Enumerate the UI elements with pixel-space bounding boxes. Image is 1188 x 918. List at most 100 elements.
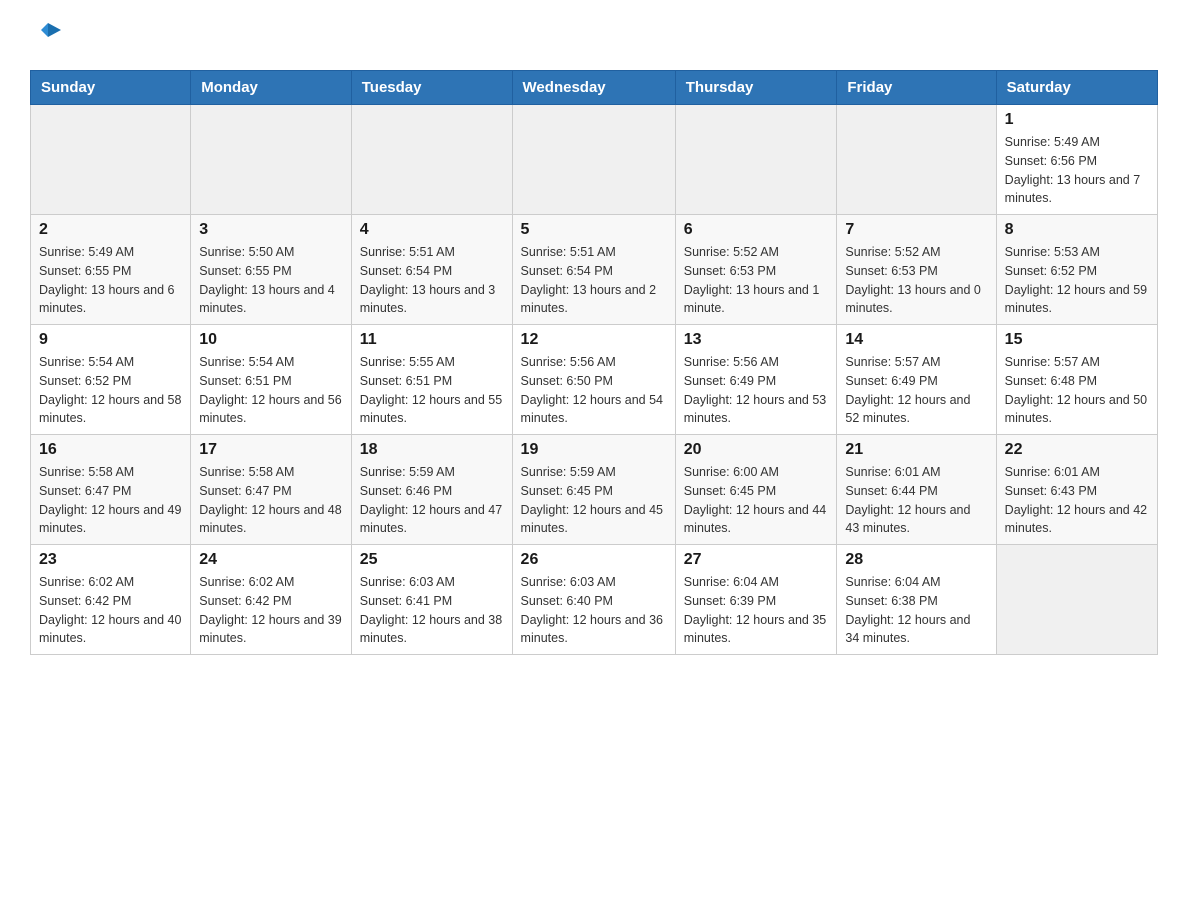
day-info: Sunrise: 6:02 AM Sunset: 6:42 PM Dayligh… <box>199 573 343 648</box>
day-number: 25 <box>360 551 504 569</box>
col-sunday: Sunday <box>31 71 191 105</box>
day-number: 6 <box>684 221 829 239</box>
day-info: Sunrise: 5:49 AM Sunset: 6:55 PM Dayligh… <box>39 243 182 318</box>
day-info: Sunrise: 6:04 AM Sunset: 6:38 PM Dayligh… <box>845 573 987 648</box>
day-number: 4 <box>360 221 504 239</box>
calendar-cell: 12 Sunrise: 5:56 AM Sunset: 6:50 PM Dayli… <box>512 325 675 435</box>
calendar-week-row: 16Sunrise: 5:58 AM Sunset: 6:47 PM Dayli… <box>31 435 1158 545</box>
calendar-cell: 5 Sunrise: 5:51 AM Sunset: 6:54 PM Daylig… <box>512 215 675 325</box>
logo <box>30 20 63 50</box>
day-info: Sunrise: 5:52 AM Sunset: 6:53 PM Dayligh… <box>845 243 987 318</box>
day-info: Sunrise: 6:01 AM Sunset: 6:43 PM Dayligh… <box>1005 463 1149 538</box>
calendar-cell <box>31 105 191 215</box>
calendar-cell: 23Sunrise: 6:02 AM Sunset: 6:42 PM Dayli… <box>31 545 191 655</box>
col-thursday: Thursday <box>675 71 837 105</box>
day-info: Sunrise: 5:56 AM Sunset: 6:50 PM Dayligh… <box>521 353 667 428</box>
calendar-cell: 21 Sunrise: 6:01 AM Sunset: 6:44 PM Dayli… <box>837 435 996 545</box>
day-number: 21 <box>845 441 987 459</box>
col-wednesday: Wednesday <box>512 71 675 105</box>
day-info: Sunrise: 6:04 AM Sunset: 6:39 PM Dayligh… <box>684 573 829 648</box>
calendar-cell: 6 Sunrise: 5:52 AM Sunset: 6:53 PM Daylig… <box>675 215 837 325</box>
calendar-cell: 27 Sunrise: 6:04 AM Sunset: 6:39 PM Dayli… <box>675 545 837 655</box>
day-number: 5 <box>521 221 667 239</box>
calendar-cell: 17Sunrise: 5:58 AM Sunset: 6:47 PM Dayli… <box>191 435 352 545</box>
day-info: Sunrise: 5:59 AM Sunset: 6:46 PM Dayligh… <box>360 463 504 538</box>
calendar-cell: 28 Sunrise: 6:04 AM Sunset: 6:38 PM Dayli… <box>837 545 996 655</box>
calendar-cell: 14 Sunrise: 5:57 AM Sunset: 6:49 PM Dayli… <box>837 325 996 435</box>
col-tuesday: Tuesday <box>351 71 512 105</box>
day-info: Sunrise: 5:54 AM Sunset: 6:51 PM Dayligh… <box>199 353 343 428</box>
day-info: Sunrise: 5:52 AM Sunset: 6:53 PM Dayligh… <box>684 243 829 318</box>
calendar-cell: 22 Sunrise: 6:01 AM Sunset: 6:43 PM Dayli… <box>996 435 1157 545</box>
day-number: 1 <box>1005 111 1149 129</box>
calendar-cell: 19 Sunrise: 5:59 AM Sunset: 6:45 PM Dayli… <box>512 435 675 545</box>
day-number: 13 <box>684 331 829 349</box>
calendar-cell: 24Sunrise: 6:02 AM Sunset: 6:42 PM Dayli… <box>191 545 352 655</box>
logo-flag-icon <box>33 20 63 50</box>
calendar-cell: 13 Sunrise: 5:56 AM Sunset: 6:49 PM Dayli… <box>675 325 837 435</box>
col-friday: Friday <box>837 71 996 105</box>
day-number: 16 <box>39 441 182 459</box>
calendar-cell: 18 Sunrise: 5:59 AM Sunset: 6:46 PM Dayli… <box>351 435 512 545</box>
day-number: 14 <box>845 331 987 349</box>
day-info: Sunrise: 6:01 AM Sunset: 6:44 PM Dayligh… <box>845 463 987 538</box>
day-number: 9 <box>39 331 182 349</box>
day-number: 10 <box>199 331 343 349</box>
calendar-week-row: 23Sunrise: 6:02 AM Sunset: 6:42 PM Dayli… <box>31 545 1158 655</box>
col-saturday: Saturday <box>996 71 1157 105</box>
day-info: Sunrise: 5:51 AM Sunset: 6:54 PM Dayligh… <box>521 243 667 318</box>
calendar-week-row: 2 Sunrise: 5:49 AM Sunset: 6:55 PM Daylig… <box>31 215 1158 325</box>
calendar-cell <box>191 105 352 215</box>
day-number: 2 <box>39 221 182 239</box>
calendar-cell: 1 Sunrise: 5:49 AM Sunset: 6:56 PM Daylig… <box>996 105 1157 215</box>
day-info: Sunrise: 6:03 AM Sunset: 6:41 PM Dayligh… <box>360 573 504 648</box>
calendar-cell: 4 Sunrise: 5:51 AM Sunset: 6:54 PM Daylig… <box>351 215 512 325</box>
calendar-cell: 25 Sunrise: 6:03 AM Sunset: 6:41 PM Dayli… <box>351 545 512 655</box>
calendar-cell: 3 Sunrise: 5:50 AM Sunset: 6:55 PM Daylig… <box>191 215 352 325</box>
calendar-cell: 20Sunrise: 6:00 AM Sunset: 6:45 PM Dayli… <box>675 435 837 545</box>
day-info: Sunrise: 6:03 AM Sunset: 6:40 PM Dayligh… <box>521 573 667 648</box>
calendar-cell: 26 Sunrise: 6:03 AM Sunset: 6:40 PM Dayli… <box>512 545 675 655</box>
day-info: Sunrise: 5:49 AM Sunset: 6:56 PM Dayligh… <box>1005 133 1149 208</box>
day-info: Sunrise: 5:57 AM Sunset: 6:49 PM Dayligh… <box>845 353 987 428</box>
day-info: Sunrise: 5:53 AM Sunset: 6:52 PM Dayligh… <box>1005 243 1149 318</box>
day-number: 22 <box>1005 441 1149 459</box>
day-info: Sunrise: 5:50 AM Sunset: 6:55 PM Dayligh… <box>199 243 343 318</box>
col-monday: Monday <box>191 71 352 105</box>
calendar-cell: 16Sunrise: 5:58 AM Sunset: 6:47 PM Dayli… <box>31 435 191 545</box>
day-info: Sunrise: 5:54 AM Sunset: 6:52 PM Dayligh… <box>39 353 182 428</box>
calendar-cell: 10 Sunrise: 5:54 AM Sunset: 6:51 PM Dayli… <box>191 325 352 435</box>
day-number: 11 <box>360 331 504 349</box>
calendar-cell: 11 Sunrise: 5:55 AM Sunset: 6:51 PM Dayli… <box>351 325 512 435</box>
day-info: Sunrise: 5:51 AM Sunset: 6:54 PM Dayligh… <box>360 243 504 318</box>
calendar-cell: 15 Sunrise: 5:57 AM Sunset: 6:48 PM Dayli… <box>996 325 1157 435</box>
day-number: 20 <box>684 441 829 459</box>
day-number: 3 <box>199 221 343 239</box>
calendar-table: Sunday Monday Tuesday Wednesday Thursday… <box>30 70 1158 655</box>
day-number: 27 <box>684 551 829 569</box>
calendar-cell: 7Sunrise: 5:52 AM Sunset: 6:53 PM Daylig… <box>837 215 996 325</box>
calendar-week-row: 9 Sunrise: 5:54 AM Sunset: 6:52 PM Daylig… <box>31 325 1158 435</box>
day-number: 19 <box>521 441 667 459</box>
day-number: 18 <box>360 441 504 459</box>
calendar-cell <box>512 105 675 215</box>
calendar-cell: 8 Sunrise: 5:53 AM Sunset: 6:52 PM Daylig… <box>996 215 1157 325</box>
day-info: Sunrise: 5:59 AM Sunset: 6:45 PM Dayligh… <box>521 463 667 538</box>
calendar-cell <box>351 105 512 215</box>
calendar-cell <box>675 105 837 215</box>
calendar-cell <box>996 545 1157 655</box>
day-number: 12 <box>521 331 667 349</box>
calendar-header-row: Sunday Monday Tuesday Wednesday Thursday… <box>31 71 1158 105</box>
day-info: Sunrise: 5:55 AM Sunset: 6:51 PM Dayligh… <box>360 353 504 428</box>
day-info: Sunrise: 5:56 AM Sunset: 6:49 PM Dayligh… <box>684 353 829 428</box>
calendar-week-row: 1 Sunrise: 5:49 AM Sunset: 6:56 PM Daylig… <box>31 105 1158 215</box>
day-number: 17 <box>199 441 343 459</box>
day-info: Sunrise: 6:02 AM Sunset: 6:42 PM Dayligh… <box>39 573 182 648</box>
day-number: 28 <box>845 551 987 569</box>
page-header <box>30 20 1158 50</box>
day-number: 15 <box>1005 331 1149 349</box>
calendar-cell <box>837 105 996 215</box>
day-number: 8 <box>1005 221 1149 239</box>
day-number: 26 <box>521 551 667 569</box>
day-info: Sunrise: 5:57 AM Sunset: 6:48 PM Dayligh… <box>1005 353 1149 428</box>
